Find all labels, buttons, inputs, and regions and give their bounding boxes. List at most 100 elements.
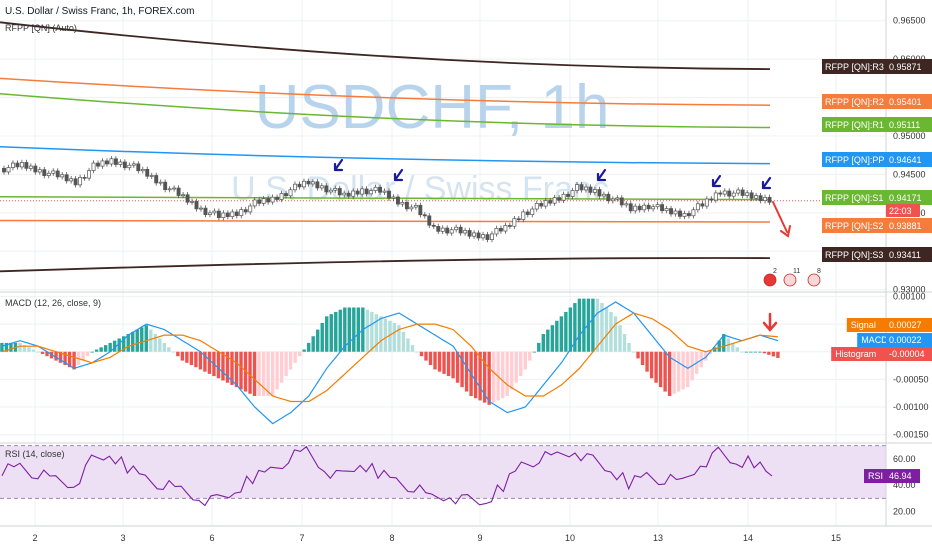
candle-body[interactable] <box>534 203 539 210</box>
candle-body[interactable] <box>109 158 114 165</box>
candle-body[interactable] <box>212 210 217 214</box>
candle-body[interactable] <box>507 225 512 227</box>
candle-body[interactable] <box>230 211 235 217</box>
candle-body[interactable] <box>610 198 615 202</box>
candle-body[interactable] <box>207 212 212 215</box>
candle-body[interactable] <box>288 189 293 197</box>
candle-body[interactable] <box>131 163 136 166</box>
candle-body[interactable] <box>378 186 382 193</box>
candle-body[interactable] <box>472 232 477 237</box>
candle-body[interactable] <box>606 193 611 202</box>
candle-body[interactable] <box>194 201 199 210</box>
candle-body[interactable] <box>301 180 306 188</box>
candle-body[interactable] <box>584 186 588 191</box>
candle-body[interactable] <box>727 190 732 197</box>
candle-body[interactable] <box>324 185 329 193</box>
candle-body[interactable] <box>369 190 374 195</box>
candle-body[interactable] <box>351 190 356 197</box>
candle-body[interactable] <box>709 198 714 201</box>
candle-body[interactable] <box>664 208 669 212</box>
candle-body[interactable] <box>682 213 687 217</box>
rsi-label[interactable]: RSI (14, close) <box>5 449 65 459</box>
candle-body[interactable] <box>548 200 553 204</box>
candle-body[interactable] <box>87 170 92 179</box>
event-flag-icon[interactable] <box>783 273 797 287</box>
candle-body[interactable] <box>758 195 763 201</box>
candle-body[interactable] <box>216 210 221 218</box>
candle-body[interactable] <box>46 172 51 176</box>
candle-body[interactable] <box>695 203 700 211</box>
candle-body[interactable] <box>722 190 727 195</box>
candle-body[interactable] <box>655 204 660 208</box>
candle-body[interactable] <box>642 204 647 211</box>
candle-body[interactable] <box>624 203 629 206</box>
candle-body[interactable] <box>485 234 490 240</box>
candle-body[interactable] <box>105 160 109 165</box>
candle-body[interactable] <box>243 209 248 213</box>
candle-body[interactable] <box>422 214 427 217</box>
candle-body[interactable] <box>284 193 288 197</box>
candle-body[interactable] <box>239 209 244 216</box>
candle-body[interactable] <box>767 196 772 203</box>
candle-body[interactable] <box>252 199 257 207</box>
candle-body[interactable] <box>172 187 177 190</box>
candle-body[interactable] <box>382 190 387 193</box>
candle-body[interactable] <box>413 204 418 208</box>
candle-body[interactable] <box>494 228 499 235</box>
candle-body[interactable] <box>15 162 20 168</box>
candle-body[interactable] <box>257 199 262 204</box>
time-axis[interactable]: 2 3 6 7 8 9 10 13 14 15 <box>32 533 841 543</box>
candle-body[interactable] <box>521 211 526 220</box>
candle-body[interactable] <box>575 184 579 191</box>
candle-body[interactable] <box>498 228 503 232</box>
candle-body[interactable] <box>404 201 409 210</box>
candle-body[interactable] <box>552 197 557 204</box>
candle-body[interactable] <box>530 208 535 215</box>
candle-body[interactable] <box>248 205 253 213</box>
candle-body[interactable] <box>592 189 597 193</box>
rsi-axis[interactable]: 60.0040.0020.00 <box>893 454 916 517</box>
candle-body[interactable] <box>55 170 60 178</box>
candle-body[interactable] <box>2 167 6 173</box>
candle-body[interactable] <box>445 227 450 234</box>
candle-body[interactable] <box>6 167 11 173</box>
candle-body[interactable] <box>686 213 691 217</box>
candle-body[interactable] <box>51 170 56 174</box>
candle-body[interactable] <box>463 230 468 234</box>
candle-body[interactable] <box>400 201 405 205</box>
candle-body[interactable] <box>127 164 132 169</box>
candle-body[interactable] <box>100 160 105 167</box>
candle-body[interactable] <box>181 194 186 197</box>
candle-body[interactable] <box>42 169 47 176</box>
candle-body[interactable] <box>673 210 678 215</box>
candle-body[interactable] <box>310 181 315 185</box>
candle-body[interactable] <box>409 206 414 210</box>
candle-body[interactable] <box>436 226 441 232</box>
macd-axis[interactable]: 0.001000.000500.00000-0.00050-0.00100-0.… <box>893 291 929 439</box>
candle-body[interactable] <box>82 177 87 179</box>
candle-body[interactable] <box>454 226 459 231</box>
candle-body[interactable] <box>37 169 42 173</box>
candle-body[interactable] <box>619 197 624 206</box>
candle-body[interactable] <box>360 188 365 195</box>
candle-body[interactable] <box>713 192 718 201</box>
candle-body[interactable] <box>749 192 754 199</box>
event-flag-icon[interactable] <box>763 273 777 287</box>
candle-body[interactable] <box>628 203 633 212</box>
candle-body[interactable] <box>440 227 445 232</box>
candle-body[interactable] <box>333 188 338 191</box>
candle-body[interactable] <box>297 183 302 188</box>
candle-body[interactable] <box>33 165 38 173</box>
event-icons[interactable]: 2 11 8 <box>763 268 821 287</box>
candle-body[interactable] <box>418 204 423 216</box>
candle-body[interactable] <box>19 162 24 168</box>
candle-body[interactable] <box>597 189 602 197</box>
candle-body[interactable] <box>190 201 194 203</box>
candle-body[interactable] <box>570 190 575 197</box>
candle-body[interactable] <box>73 178 78 186</box>
candle-body[interactable] <box>69 178 74 182</box>
candle-body[interactable] <box>275 196 280 200</box>
candle-body[interactable] <box>154 175 159 184</box>
trading-chart[interactable]: USDCHF, 1h U.S. Dollar / Swiss Franc 2 11… <box>0 0 932 550</box>
candle-body[interactable] <box>234 211 239 216</box>
